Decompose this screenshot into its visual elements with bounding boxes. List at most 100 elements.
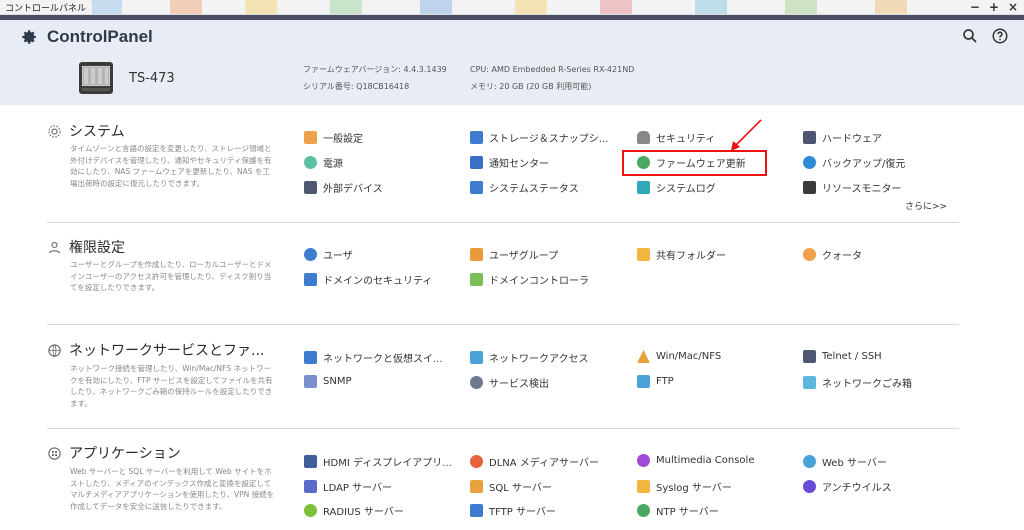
terminal-icon [803,350,816,363]
antivirus-icon [803,480,816,493]
item-hardware[interactable]: ハードウェア [803,130,882,145]
item-notification-center[interactable]: 通知センター [470,155,549,170]
resource-monitor-icon [803,181,816,194]
external-device-icon [304,181,317,194]
folder-icon [637,248,650,261]
dlna-icon [470,455,483,468]
item-win-mac-nfs[interactable]: Win/Mac/NFS [637,350,721,363]
service-discovery-icon [470,376,483,389]
maximize-button[interactable]: + [989,0,999,14]
network-access-icon [470,351,483,364]
item-multimedia-console[interactable]: Multimedia Console [637,454,754,467]
hdmi-icon [304,455,317,468]
item-system-log[interactable]: システムログ [637,180,716,195]
item-security[interactable]: セキュリティ [637,130,715,145]
item-backup-restore[interactable]: バックアップ/復元 [803,155,905,170]
item-storage-snapshot[interactable]: ストレージ＆スナップシ... [470,130,608,145]
backup-icon [803,156,816,169]
snmp-chart-icon [304,375,317,388]
ldap-icon [304,480,317,493]
close-button[interactable]: × [1008,0,1018,14]
radius-icon [304,504,317,517]
device-model: TS-473 [129,70,175,86]
syslog-icon [637,480,650,493]
section-privilege-header: 権限設定 [47,237,125,257]
device-info-right: CPU: AMD Embedded R-Series RX-421ND メモリ:… [470,61,634,95]
section-description: タイムゾーンと言語の設定を変更したり、ストレージ領域と外付けデバイスを管理したり… [70,144,272,188]
device-info: TS-473 [76,58,175,98]
quota-icon [803,248,816,261]
item-domain-security[interactable]: ドメインのセキュリティ [304,272,432,287]
users-icon [304,248,317,261]
item-domain-controller[interactable]: ドメインコントローラ [470,272,589,287]
search-icon[interactable] [961,27,979,45]
item-tftp-server[interactable]: TFTP サーバー [470,503,556,518]
window-title: コントロールパネル [5,1,93,14]
section-title: システム [69,124,125,140]
gear-icon [22,30,36,44]
item-network-access[interactable]: ネットワークアクセス [470,350,589,365]
item-users[interactable]: ユーザ [304,247,353,262]
monitor-icon [470,181,483,194]
app-title: ControlPanel [20,27,153,47]
background-tiles [0,0,1024,14]
item-web-server[interactable]: Web サーバー [803,454,887,469]
item-hdmi-display[interactable]: HDMI ディスプレイアプリ... [304,454,452,469]
item-shared-folders[interactable]: 共有フォルダー [637,247,726,262]
item-ldap-server[interactable]: LDAP サーバー [304,479,392,494]
item-network-recycle-bin[interactable]: ネットワークごみ箱 [803,375,912,390]
general-settings-icon [304,131,317,144]
item-ntp-server[interactable]: NTP サーバー [637,503,719,518]
section-applications-header: アプリケーション [47,443,181,463]
item-user-groups[interactable]: ユーザグループ [470,247,558,262]
section-title: ネットワークサービスとファ... [69,343,265,359]
section-description: ユーザーとグループを作成したり、ローカルユーザーとドメインユーザーのアクセス許可… [70,260,272,292]
help-icon[interactable] [991,27,1009,45]
ftp-icon [637,375,650,388]
item-network-virtual-switch[interactable]: ネットワークと仮想スイ... [304,350,443,365]
network-switch-icon [304,351,317,364]
item-quota[interactable]: クォータ [803,247,862,262]
lock-icon [637,131,650,144]
cpu-info: CPU: AMD Embedded R-Series RX-421ND [470,65,635,74]
item-system-status[interactable]: システムステータス [470,180,579,195]
notification-icon [470,156,483,169]
app-title-text: ControlPanel [47,27,153,46]
device-info-left: ファームウェアバージョン: 4.4.3.1439 シリアル番号: Q18CB16… [303,61,447,95]
item-power[interactable]: 電源 [304,155,343,170]
item-general-settings[interactable]: 一般設定 [304,130,363,145]
item-ftp[interactable]: FTP [637,375,674,388]
item-sql-server[interactable]: SQL サーバー [470,479,552,494]
item-external-devices[interactable]: 外部デバイス [304,180,383,195]
item-telnet-ssh[interactable]: Telnet / SSH [803,350,882,363]
item-dlna-media-server[interactable]: DLNA メディアサーバー [470,454,599,469]
minimize-button[interactable]: − [970,0,980,14]
domain-security-icon [304,273,317,286]
item-radius-server[interactable]: RADIUS サーバー [304,503,404,518]
tftp-icon [470,504,483,517]
recycle-bin-icon [803,376,816,389]
applications-grid-icon [48,446,61,460]
domain-controller-icon [470,273,483,286]
divider [47,222,959,223]
hardware-icon [803,131,816,144]
web-server-icon [803,455,816,468]
sql-icon [470,480,483,493]
multimedia-icon [637,454,650,467]
network-globe-icon [48,343,61,357]
highlight-box [622,150,767,176]
divider [47,324,959,325]
section-title: 権限設定 [69,240,125,256]
item-service-discovery[interactable]: サービス検出 [470,375,549,390]
item-syslog-server[interactable]: Syslog サーバー [637,479,732,494]
window-titlebar: コントロールパネル − + × [0,0,1024,15]
item-antivirus[interactable]: アンチウイルス [803,479,892,494]
system-gear-icon [48,124,61,138]
ntp-icon [637,504,650,517]
more-link[interactable]: さらに>> [905,199,947,212]
section-network-header: ネットワークサービスとファ... [47,340,264,360]
serial-number: シリアル番号: Q18CB16418 [303,82,410,91]
item-snmp[interactable]: SNMP [304,375,352,388]
item-resource-monitor[interactable]: リソースモニター [803,180,902,195]
firmware-version: ファームウェアバージョン: 4.4.3.1439 [303,65,447,74]
